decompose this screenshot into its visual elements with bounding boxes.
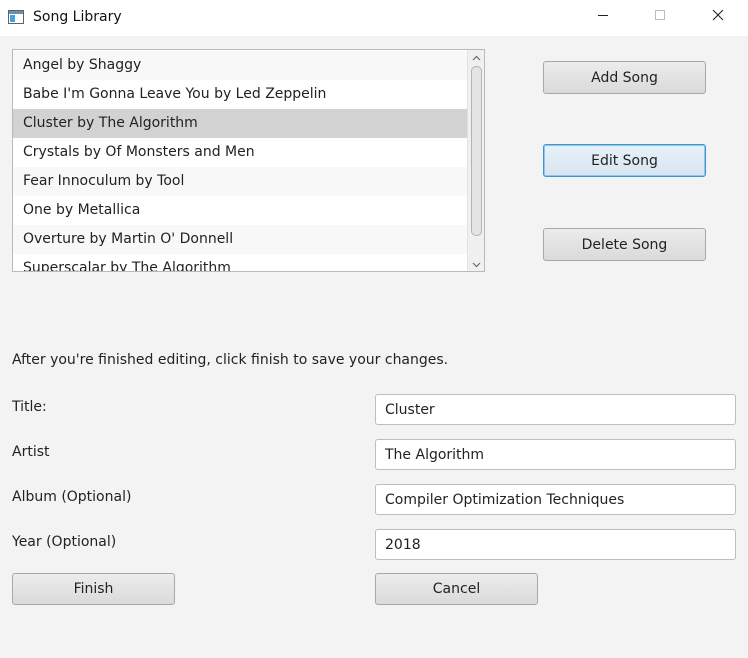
list-item[interactable]: Angel by Shaggy [13,51,468,80]
list-item[interactable]: One by Metallica [13,196,468,225]
list-item[interactable]: Fear Innoculum by Tool [13,167,468,196]
scroll-up-button[interactable] [468,50,484,64]
minimize-icon [597,9,609,25]
minimize-button[interactable] [580,0,626,34]
finish-button[interactable]: Finish [12,573,175,605]
list-item[interactable]: Overture by Martin O' Donnell [13,225,468,254]
close-icon [712,9,724,25]
scroll-down-button[interactable] [468,257,484,271]
artist-field[interactable] [375,439,736,470]
cancel-button[interactable]: Cancel [375,573,538,605]
edit-song-button[interactable]: Edit Song [543,144,706,177]
title-field[interactable] [375,394,736,425]
chevron-up-icon [472,50,481,65]
maximize-button[interactable] [637,0,683,34]
album-field[interactable] [375,484,736,515]
album-label: Album (Optional) [12,489,132,505]
scroll-thumb[interactable] [471,66,482,236]
chevron-down-icon [472,256,481,271]
close-button[interactable] [695,0,741,34]
app-window-icon [8,10,24,24]
year-label: Year (Optional) [12,534,117,550]
delete-song-button[interactable]: Delete Song [543,228,706,261]
list-scrollbar[interactable] [467,50,484,271]
title-label: Title: [12,399,47,415]
edit-instruction: After you're finished editing, click fin… [12,352,449,368]
song-rows: Angel by Shaggy Babe I'm Gonna Leave You… [13,51,468,271]
list-item-selected[interactable]: Cluster by The Algorithm [13,109,468,138]
maximize-icon [654,9,666,25]
add-song-button[interactable]: Add Song [543,61,706,94]
list-item[interactable]: Superscalar by The Algorithm [13,254,468,271]
title-bar: Song Library [0,0,748,36]
year-field[interactable] [375,529,736,560]
list-item[interactable]: Crystals by Of Monsters and Men [13,138,468,167]
window-title: Song Library [33,9,122,25]
list-item[interactable]: Babe I'm Gonna Leave You by Led Zeppelin [13,80,468,109]
song-list[interactable]: Angel by Shaggy Babe I'm Gonna Leave You… [12,49,485,272]
artist-label: Artist [12,444,50,460]
